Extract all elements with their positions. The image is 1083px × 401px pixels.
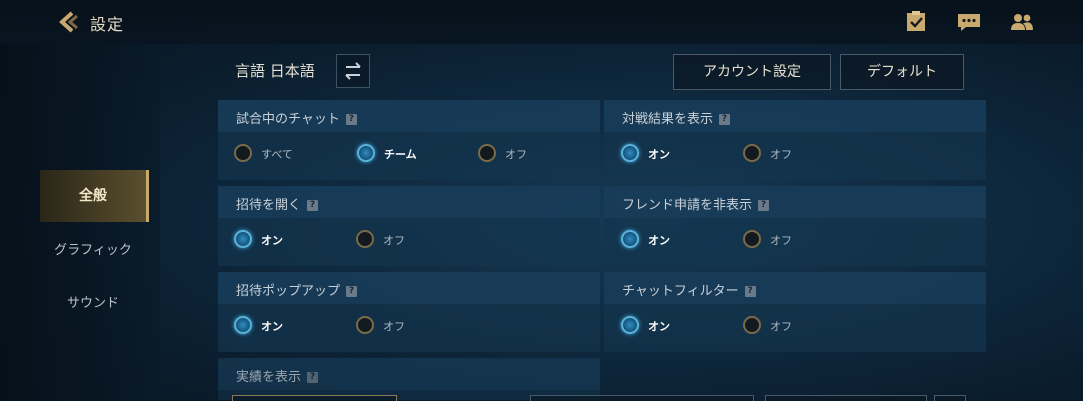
panel-title: 対戦結果を表示? (622, 108, 731, 127)
option-label: オフ (770, 320, 792, 333)
chat-icon[interactable] (956, 10, 982, 34)
option-label: オフ (383, 234, 405, 247)
radio-button-selected[interactable] (621, 316, 639, 334)
language-label: 言語 日本語 (235, 62, 315, 80)
option-label: オフ (505, 148, 527, 161)
sidebar-item-graphics[interactable]: グラフィック (40, 225, 146, 277)
option-label: オフ (770, 234, 792, 247)
panel-ingame-chat: 試合中のチャット? すべて チーム オフ (218, 100, 600, 180)
achievement-slot[interactable] (232, 395, 397, 401)
sidebar-item-general[interactable]: 全般 (40, 170, 149, 222)
checklist-icon[interactable] (903, 10, 929, 34)
panel-header: 実績を表示? (218, 358, 600, 390)
sidebar: 全般 グラフィック サウンド (0, 44, 160, 400)
option-label: すべて (261, 148, 293, 161)
panel-achievements: 実績を表示? (218, 358, 600, 400)
swap-icon (345, 62, 361, 80)
panel-title: 試合中のチャット? (236, 108, 357, 127)
panel-open-invite: 招待を開く? オン オフ (218, 186, 600, 266)
radio-button[interactable] (743, 316, 761, 334)
option-label: オン (261, 320, 283, 333)
top-bar: 設定 (0, 0, 1083, 44)
panel-header: 試合中のチャット? (218, 100, 600, 132)
help-icon[interactable]: ? (758, 200, 770, 211)
panel-title: 招待を開く? (236, 194, 319, 213)
account-settings-button[interactable]: アカウント設定 (673, 54, 831, 90)
radio-button-selected[interactable] (234, 230, 252, 248)
panel-title: チャットフィルター? (622, 280, 756, 299)
panel-header: チャットフィルター? (604, 272, 986, 304)
option-label: オン (648, 320, 670, 333)
help-icon[interactable]: ? (744, 286, 756, 297)
panel-header: 招待ポップアップ? (218, 272, 600, 304)
radio-button[interactable] (234, 144, 252, 162)
help-icon[interactable]: ? (346, 286, 358, 297)
panel-chat-filter: チャットフィルター? オン オフ (604, 272, 986, 352)
page-title: 設定 (90, 15, 125, 34)
radio-button-selected[interactable] (357, 144, 375, 162)
option-label: オフ (770, 148, 792, 161)
back-arrow-icon[interactable] (56, 10, 80, 34)
radio-button[interactable] (478, 144, 496, 162)
panel-match-result: 対戦結果を表示? オン オフ (604, 100, 986, 180)
panel-hide-friend-requests: フレンド申請を非表示? オン オフ (604, 186, 986, 266)
option-label: オン (648, 148, 670, 161)
option-label: オン (261, 234, 283, 247)
help-icon[interactable]: ? (307, 200, 319, 211)
panel-title: 実績を表示? (236, 366, 319, 385)
default-button[interactable]: デフォルト (840, 54, 964, 90)
language-swap-button[interactable] (336, 54, 370, 88)
radio-button[interactable] (356, 316, 374, 334)
option-label: オフ (383, 320, 405, 333)
panel-invite-popup: 招待ポップアップ? オン オフ (218, 272, 600, 352)
panel-title: フレンド申請を非表示? (622, 194, 770, 213)
panel-header: 招待を開く? (218, 186, 600, 218)
help-icon[interactable]: ? (307, 372, 319, 383)
friends-icon[interactable] (1009, 10, 1035, 34)
option-label: チーム (384, 148, 417, 161)
radio-button[interactable] (743, 144, 761, 162)
achievement-slot[interactable] (765, 395, 927, 401)
achievement-slot[interactable] (530, 395, 754, 401)
radio-button-selected[interactable] (234, 316, 252, 334)
sidebar-item-sound[interactable]: サウンド (40, 278, 146, 330)
help-icon[interactable]: ? (345, 114, 357, 125)
panel-header: フレンド申請を非表示? (604, 186, 986, 218)
achievement-slot[interactable] (934, 395, 966, 401)
panel-title: 招待ポップアップ? (236, 280, 358, 299)
radio-button[interactable] (743, 230, 761, 248)
help-icon[interactable]: ? (719, 114, 731, 125)
radio-button-selected[interactable] (621, 144, 639, 162)
panel-header: 対戦結果を表示? (604, 100, 986, 132)
radio-button[interactable] (356, 230, 374, 248)
radio-button-selected[interactable] (621, 230, 639, 248)
option-label: オン (648, 234, 670, 247)
